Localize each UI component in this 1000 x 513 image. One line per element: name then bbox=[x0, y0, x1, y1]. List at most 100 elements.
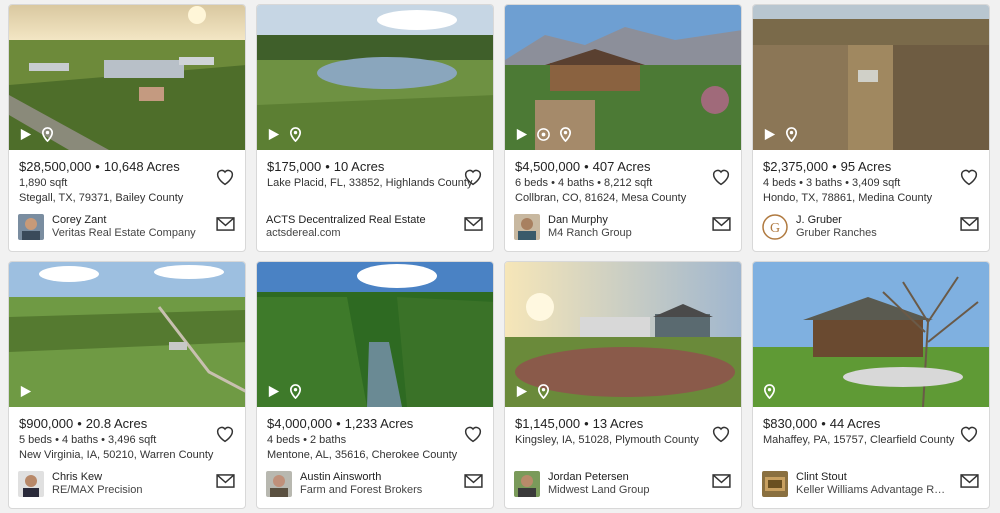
email-icon[interactable] bbox=[712, 217, 731, 231]
price-value: $175,000 bbox=[267, 159, 322, 174]
listing-price[interactable]: $830,000 • 44 Acres bbox=[763, 416, 880, 431]
media-icons bbox=[762, 127, 799, 142]
play-icon[interactable] bbox=[18, 127, 33, 142]
listing-photo[interactable] bbox=[9, 5, 245, 150]
agent-info[interactable]: Austin Ainsworth Farm and Forest Brokers bbox=[266, 471, 422, 497]
favorite-heart-icon[interactable] bbox=[711, 425, 731, 443]
price-value: $4,500,000 bbox=[515, 159, 581, 174]
media-icons bbox=[18, 127, 55, 142]
favorite-heart-icon[interactable] bbox=[215, 425, 235, 443]
listing-photo[interactable] bbox=[505, 262, 741, 407]
agent-info[interactable]: Corey Zant Veritas Real Estate Company bbox=[18, 214, 196, 240]
acreage: 95 Acres bbox=[840, 159, 892, 174]
listing-card[interactable]: $4,000,000 • 1,233 Acres 4 beds • 2 baths … bbox=[256, 261, 494, 509]
favorite-heart-icon[interactable] bbox=[959, 168, 979, 186]
acreage: 20.8 Acres bbox=[85, 416, 148, 431]
listing-card[interactable]: $175,000 • 10 Acres Lake Placid, FL, 33852… bbox=[256, 4, 494, 252]
favorite-heart-icon[interactable] bbox=[463, 425, 483, 443]
listing-specs: 1,890 sqft bbox=[19, 177, 68, 189]
agent-info[interactable]: ACTS Decentralized Real Estate actsdereal… bbox=[266, 214, 426, 240]
media-icons bbox=[514, 127, 573, 142]
listing-location: Mahaffey, PA, 15757, Clearfield County bbox=[763, 434, 955, 446]
email-icon[interactable] bbox=[216, 217, 235, 231]
listing-specs: 5 beds • 4 baths • 3,496 sqft bbox=[19, 434, 157, 446]
play-icon[interactable] bbox=[762, 127, 777, 142]
map-pin-icon[interactable] bbox=[40, 127, 55, 142]
separator: • bbox=[95, 159, 100, 174]
price-value: $28,500,000 bbox=[19, 159, 92, 174]
email-icon[interactable] bbox=[960, 217, 979, 231]
listing-price[interactable]: $175,000 • 10 Acres bbox=[267, 159, 384, 174]
listing-price[interactable]: $900,000 • 20.8 Acres bbox=[19, 416, 147, 431]
listing-photo[interactable] bbox=[753, 5, 989, 150]
agent-name: Jordan Petersen bbox=[548, 471, 629, 483]
map-pin-icon[interactable] bbox=[288, 384, 303, 399]
media-icons bbox=[762, 384, 777, 399]
favorite-heart-icon[interactable] bbox=[959, 425, 979, 443]
listing-photo[interactable] bbox=[9, 262, 245, 407]
listing-price[interactable]: $1,145,000 • 13 Acres bbox=[515, 416, 643, 431]
email-icon[interactable] bbox=[216, 474, 235, 488]
listing-card[interactable]: $830,000 • 44 Acres Mahaffey, PA, 15757, C… bbox=[752, 261, 990, 509]
listing-card[interactable]: $4,500,000 • 407 Acres 6 beds • 4 baths • … bbox=[504, 4, 742, 252]
separator: • bbox=[584, 159, 589, 174]
email-icon[interactable] bbox=[464, 474, 483, 488]
play-icon[interactable] bbox=[266, 127, 281, 142]
listing-photo[interactable] bbox=[753, 262, 989, 407]
listing-price[interactable]: $2,375,000 • 95 Acres bbox=[763, 159, 891, 174]
listing-location: Kingsley, IA, 51028, Plymouth County bbox=[515, 434, 699, 446]
agent-info[interactable]: G J. Gruber Gruber Ranches bbox=[762, 214, 877, 240]
agent-info[interactable]: Chris Kew RE/MAX Precision bbox=[18, 471, 142, 497]
agent-company: Keller Williams Advantage Realty - ... bbox=[796, 484, 946, 496]
play-icon[interactable] bbox=[266, 384, 281, 399]
agent-avatar bbox=[18, 214, 44, 240]
map-pin-icon[interactable] bbox=[288, 127, 303, 142]
price-value: $2,375,000 bbox=[763, 159, 829, 174]
listing-price[interactable]: $4,500,000 • 407 Acres bbox=[515, 159, 650, 174]
agent-name: ACTS Decentralized Real Estate bbox=[266, 214, 426, 226]
acreage: 1,233 Acres bbox=[344, 416, 414, 431]
listing-price[interactable]: $4,000,000 • 1,233 Acres bbox=[267, 416, 413, 431]
agent-avatar bbox=[514, 214, 540, 240]
listing-specs: 6 beds • 4 baths • 8,212 sqft bbox=[515, 177, 653, 189]
email-icon[interactable] bbox=[712, 474, 731, 488]
agent-company: Gruber Ranches bbox=[796, 227, 877, 239]
agent-name: J. Gruber bbox=[796, 214, 842, 226]
listing-card[interactable]: $28,500,000 • 10,648 Acres 1,890 sqft Steg… bbox=[8, 4, 246, 252]
listing-location: Stegall, TX, 79371, Bailey County bbox=[19, 192, 184, 204]
listing-location: Lake Placid, FL, 33852, Highlands County bbox=[267, 177, 473, 189]
listing-location: Mentone, AL, 35616, Cherokee County bbox=[267, 449, 458, 461]
listing-photo[interactable] bbox=[505, 5, 741, 150]
acreage: 407 Acres bbox=[592, 159, 651, 174]
map-pin-icon[interactable] bbox=[536, 384, 551, 399]
email-icon[interactable] bbox=[464, 217, 483, 231]
acreage: 44 Acres bbox=[829, 416, 881, 431]
map-pin-icon[interactable] bbox=[558, 127, 573, 142]
acreage: 10 Acres bbox=[333, 159, 385, 174]
listing-photo[interactable] bbox=[257, 262, 493, 407]
separator: • bbox=[832, 159, 837, 174]
map-pin-icon[interactable] bbox=[762, 384, 777, 399]
play-icon[interactable] bbox=[18, 384, 33, 399]
price-value: $830,000 bbox=[763, 416, 818, 431]
listing-card[interactable]: $1,145,000 • 13 Acres Kingsley, IA, 51028,… bbox=[504, 261, 742, 509]
separator: • bbox=[325, 159, 330, 174]
listing-card[interactable]: $900,000 • 20.8 Acres 5 beds • 4 baths • 3… bbox=[8, 261, 246, 509]
play-icon[interactable] bbox=[514, 384, 529, 399]
360-icon[interactable] bbox=[536, 127, 551, 142]
agent-info[interactable]: Dan Murphy M4 Ranch Group bbox=[514, 214, 632, 240]
listing-price[interactable]: $28,500,000 • 10,648 Acres bbox=[19, 159, 180, 174]
favorite-heart-icon[interactable] bbox=[215, 168, 235, 186]
email-icon[interactable] bbox=[960, 474, 979, 488]
separator: • bbox=[336, 416, 341, 431]
map-pin-icon[interactable] bbox=[784, 127, 799, 142]
favorite-heart-icon[interactable] bbox=[463, 168, 483, 186]
media-icons bbox=[266, 384, 303, 399]
listing-photo[interactable] bbox=[257, 5, 493, 150]
favorite-heart-icon[interactable] bbox=[711, 168, 731, 186]
play-icon[interactable] bbox=[514, 127, 529, 142]
agent-info[interactable]: Clint Stout Keller Williams Advantage Rea… bbox=[762, 471, 946, 497]
agent-info[interactable]: Jordan Petersen Midwest Land Group bbox=[514, 471, 650, 497]
listing-card[interactable]: $2,375,000 • 95 Acres 4 beds • 3 baths • 3… bbox=[752, 4, 990, 252]
agent-name: Austin Ainsworth bbox=[300, 471, 382, 483]
